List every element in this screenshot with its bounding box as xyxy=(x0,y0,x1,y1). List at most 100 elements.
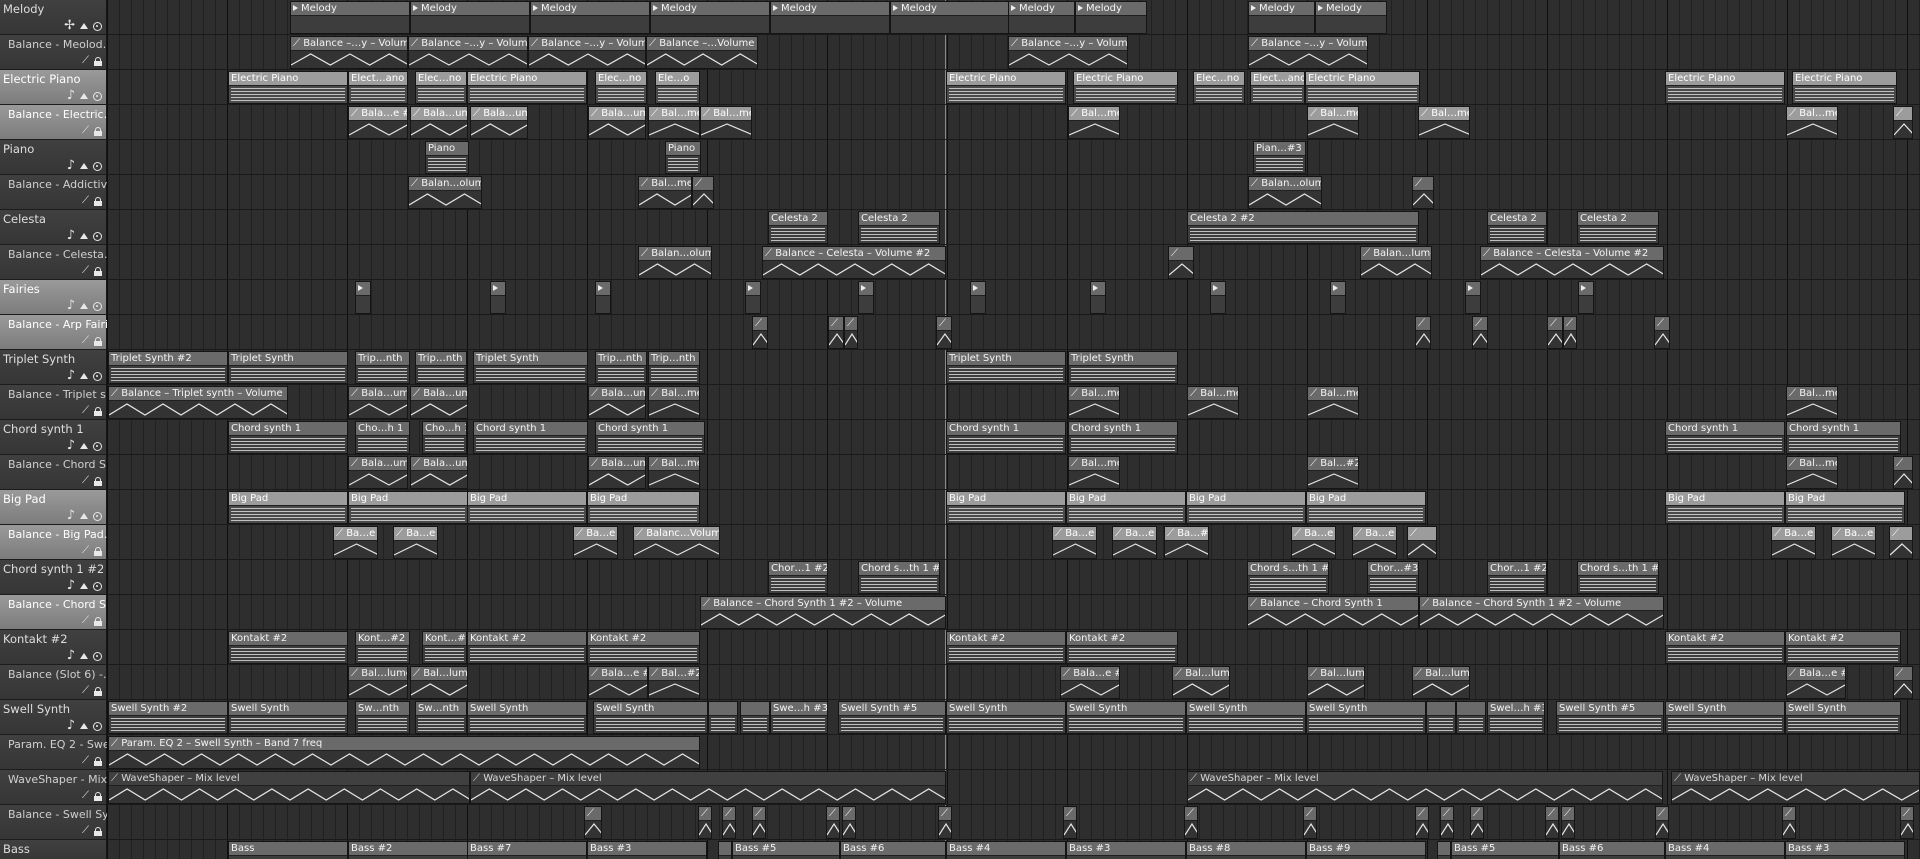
midi-clip[interactable]: Bass #2 xyxy=(348,841,468,859)
midi-clip[interactable]: Chord synth 1 xyxy=(473,421,588,454)
automation-clip[interactable]: ⟋ Balan…olume xyxy=(1248,176,1322,209)
instrument-track-header[interactable]: Celesta ♪ xyxy=(0,210,106,245)
automation-track-header[interactable]: Param. EQ 2 - Swe… ⟋ xyxy=(0,735,108,770)
automation-clip[interactable]: ⟋ Balance – Chord Synth 1 #2 – Volume xyxy=(1419,596,1664,629)
midi-clip[interactable]: Electric Piano xyxy=(1305,71,1420,104)
midi-clip[interactable]: Bass #4 xyxy=(946,841,1066,859)
instrument-track-header[interactable]: Melody ✢ xyxy=(0,0,106,35)
automation-clip[interactable]: ⟋ Bal…me xyxy=(700,106,752,139)
pattern-clip[interactable]: Melody xyxy=(1248,1,1315,34)
midi-clip[interactable]: Electric Piano xyxy=(228,71,348,104)
automation-clip[interactable]: ⟋ xyxy=(1900,806,1914,839)
midi-clip[interactable]: Celesta 2 xyxy=(1487,211,1547,244)
midi-clip[interactable]: Kontakt #2 xyxy=(1665,631,1785,664)
midi-clip[interactable] xyxy=(718,841,732,859)
automation-clip[interactable]: ⟋ Bal…lume xyxy=(1172,666,1230,699)
midi-clip[interactable]: Swell Synth #5 xyxy=(838,701,946,734)
automation-track-header[interactable]: Balance - Chord S… ⟋ xyxy=(0,595,108,630)
midi-clip[interactable]: Swell Synth xyxy=(593,701,708,734)
automation-clip[interactable]: ⟋ xyxy=(936,316,952,349)
automation-clip[interactable]: ⟋ Balance – Celesta – Volume #2 xyxy=(762,246,946,279)
automation-clip[interactable]: ⟋ xyxy=(584,806,602,839)
lock-icon[interactable] xyxy=(94,546,102,556)
midi-clip[interactable]: Electric Piano xyxy=(1665,71,1785,104)
midi-clip[interactable]: Elec…no xyxy=(415,71,467,104)
automation-clip[interactable]: ⟋ Bala…e #3 xyxy=(1060,666,1120,699)
automation-clip[interactable]: ⟋ Bal…lume xyxy=(1307,666,1365,699)
pattern-clip[interactable] xyxy=(355,281,371,314)
automation-clip[interactable]: ⟋ Bala…ume xyxy=(588,106,646,139)
lock-icon[interactable] xyxy=(94,266,102,276)
midi-clip[interactable]: Triplet Synth xyxy=(228,351,348,384)
automation-link-icon[interactable]: ⟋ xyxy=(82,476,89,486)
solo-icon[interactable] xyxy=(93,371,102,381)
automation-track-header[interactable]: Balance - Addictiv… ⟋ xyxy=(0,175,108,210)
automation-track-header[interactable]: Balance - Celesta… ⟋ xyxy=(0,245,108,280)
automation-clip[interactable]: ⟋ xyxy=(844,316,858,349)
automation-clip[interactable]: ⟋ Bal…me xyxy=(1068,386,1120,419)
midi-clip[interactable]: Kont…#2 xyxy=(422,631,467,664)
automation-track-header[interactable]: Balance - Chord S… ⟋ xyxy=(0,455,108,490)
automation-clip[interactable]: ⟋ Balance –…y – Volume xyxy=(528,36,646,69)
midi-clip[interactable]: Electric Piano xyxy=(467,71,587,104)
automation-clip[interactable]: ⟋ Bal…me xyxy=(638,176,692,209)
automation-link-icon[interactable]: ⟋ xyxy=(82,616,89,626)
automation-track-header[interactable]: Balance - Big Pad… ⟋ xyxy=(0,525,108,560)
mute-icon[interactable] xyxy=(80,23,88,29)
midi-clip[interactable]: Big Pad xyxy=(1665,491,1785,524)
automation-clip[interactable]: ⟋ Balance – Chord Synth 1 #2 – Volume xyxy=(700,596,946,629)
note-icon[interactable]: ♪ xyxy=(67,159,75,172)
automation-link-icon[interactable]: ⟋ xyxy=(82,336,89,346)
note-icon[interactable]: ♪ xyxy=(67,89,75,102)
automation-clip[interactable]: ⟋ Balance –…y – Volume xyxy=(1008,36,1128,69)
automation-link-icon[interactable]: ⟋ xyxy=(82,266,89,276)
automation-clip[interactable]: ⟋ WaveShaper – Mix level xyxy=(1671,771,1920,804)
midi-clip[interactable]: Trip…nth xyxy=(595,351,647,384)
solo-icon[interactable] xyxy=(93,441,102,451)
solo-icon[interactable] xyxy=(93,231,102,241)
automation-link-icon[interactable]: ⟋ xyxy=(82,756,89,766)
midi-clip[interactable]: Piano xyxy=(425,141,469,174)
pattern-clip[interactable] xyxy=(1578,281,1594,314)
automation-clip[interactable]: ⟋ Bal…me xyxy=(1187,386,1239,419)
midi-clip[interactable]: Trip…nth xyxy=(355,351,410,384)
pattern-clip[interactable] xyxy=(1465,281,1481,314)
note-icon[interactable]: ♪ xyxy=(67,509,75,522)
solo-icon[interactable] xyxy=(93,581,102,591)
instrument-track-header[interactable]: Kontakt #2 ♪ xyxy=(0,630,106,665)
midi-clip[interactable]: Big Pad xyxy=(1066,491,1186,524)
automation-clip[interactable]: ⟋ Bal…me xyxy=(1786,456,1838,489)
automation-clip[interactable]: ⟋ Bal…lume xyxy=(1412,666,1470,699)
solo-icon[interactable] xyxy=(93,91,102,101)
midi-clip[interactable]: Kontakt #2 xyxy=(1785,631,1901,664)
midi-clip[interactable]: Elect…ano xyxy=(1250,71,1305,104)
pattern-clip[interactable] xyxy=(1210,281,1226,314)
automation-clip[interactable]: ⟋ xyxy=(1563,316,1577,349)
automation-link-icon[interactable]: ⟋ xyxy=(82,56,89,66)
midi-clip[interactable]: Chor…1 #2 xyxy=(768,561,828,594)
instrument-track-header[interactable]: Triplet Synth ♪ xyxy=(0,350,106,385)
midi-clip[interactable]: Bass #5 xyxy=(732,841,840,859)
midi-clip[interactable]: Swell Synth #5 xyxy=(1556,701,1664,734)
pattern-clip[interactable]: Melody xyxy=(410,1,530,34)
automation-clip[interactable]: ⟋ xyxy=(692,176,714,209)
pattern-clip[interactable] xyxy=(970,281,986,314)
midi-clip[interactable]: Celesta 2 #2 xyxy=(1187,211,1419,244)
midi-clip[interactable] xyxy=(1437,841,1451,859)
pattern-clip[interactable] xyxy=(745,281,761,314)
automation-clip[interactable]: ⟋ xyxy=(1893,456,1913,489)
automation-clip[interactable]: ⟋ xyxy=(938,806,952,839)
midi-clip[interactable]: Swe…h #3 xyxy=(770,701,828,734)
midi-clip[interactable]: Bass #3 xyxy=(1785,841,1905,859)
midi-clip[interactable]: Swell Synth xyxy=(1785,701,1901,734)
solo-icon[interactable] xyxy=(93,511,102,521)
automation-clip[interactable]: ⟋ Ba…e xyxy=(1352,526,1397,559)
midi-clip[interactable]: Electric Piano xyxy=(946,71,1066,104)
pattern-clip[interactable]: Melody xyxy=(890,1,1010,34)
automation-clip[interactable]: ⟋ xyxy=(1893,666,1913,699)
midi-clip[interactable]: Swell Synth xyxy=(946,701,1066,734)
mute-icon[interactable] xyxy=(80,723,88,729)
midi-clip[interactable]: Kontakt #2 xyxy=(946,631,1066,664)
automation-clip[interactable]: ⟋ xyxy=(1545,806,1559,839)
midi-clip[interactable]: Bass #3 xyxy=(1066,841,1186,859)
